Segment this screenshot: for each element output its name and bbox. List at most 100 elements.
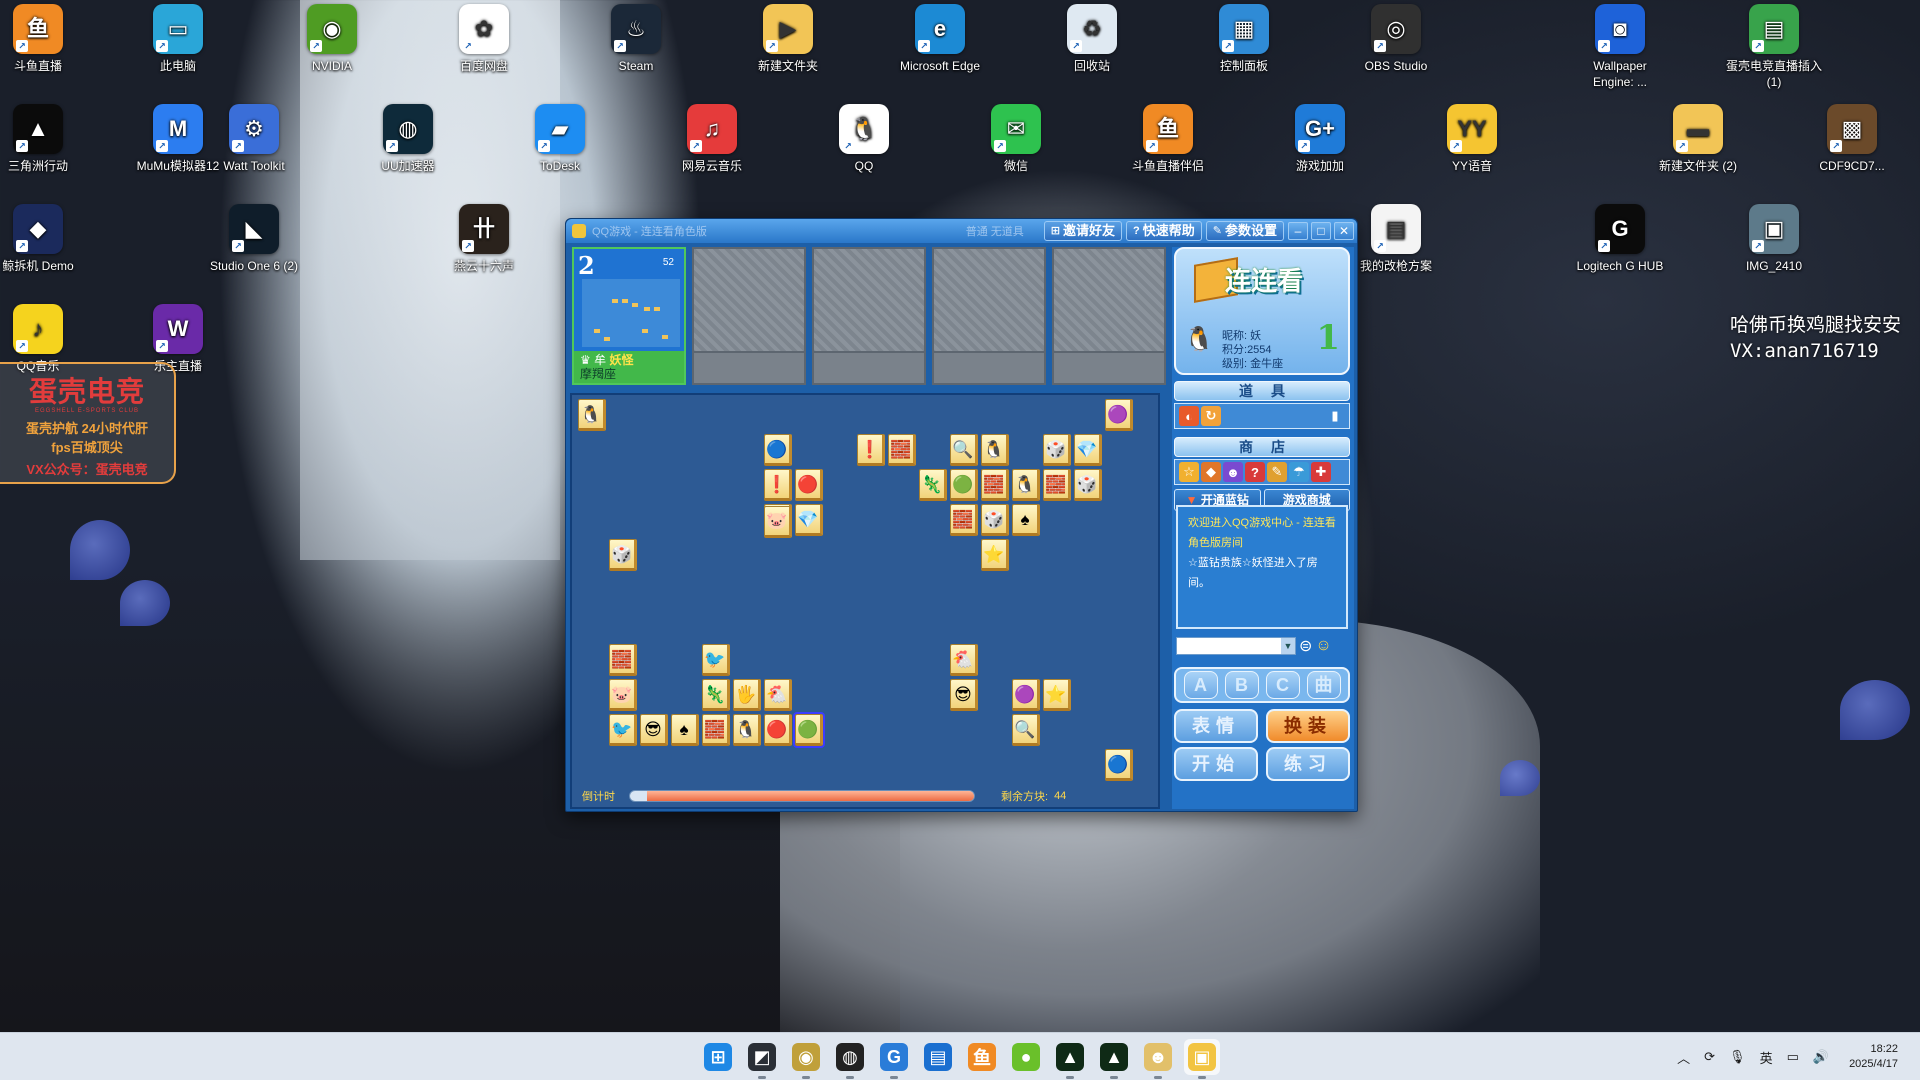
shop-item-1-icon[interactable]: ☆ [1179,462,1199,482]
seat-empty[interactable] [812,247,926,385]
board-tile[interactable]: 🧱 [702,714,730,746]
dress-up-button[interactable]: 换装 [1266,709,1350,743]
board-tile[interactable]: 🦎 [919,469,947,501]
board-tile[interactable]: ❗ [764,469,792,501]
shop-item-3-icon[interactable]: ☻ [1223,462,1243,482]
start-button[interactable]: 开始 [1174,747,1258,781]
quick-help-button[interactable]: ? 快速帮助 [1126,221,1202,241]
board-tile[interactable]: 🐧 [1012,469,1040,501]
desktop-icon[interactable]: ▭ ↗ 此电脑 [130,4,226,74]
desktop-icon[interactable]: ▲ ↗ 三角洲行动 [0,104,86,174]
desktop-icon[interactable]: ◍ ↗ UU加速器 [360,104,456,174]
clock[interactable]: 18:22 2025/4/17 [1849,1042,1898,1072]
phrase-b-button[interactable]: B [1224,671,1259,699]
seat-player-2[interactable]: 2 52 ♛ 牟 妖怪 摩羯座 [572,247,686,385]
board-tile[interactable]: ❗ [857,434,885,466]
taskbar-app-button[interactable]: ◩ [744,1039,780,1079]
desktop-icon[interactable]: 🐧 ↗ QQ [816,104,912,174]
chat-log[interactable]: 欢迎进入QQ游戏中心 - 连连看角色版房间 ☆蓝钻贵族☆妖怪进入了房间。 [1176,505,1348,629]
emote-button[interactable]: 表情 [1174,709,1258,743]
eggshell-ad-widget[interactable]: 蛋壳电竞 EGGSHELL E-SPORTS CLUB 蛋壳护航 24小时代肝 … [0,362,176,484]
board-tile[interactable]: 🔵 [1105,749,1133,781]
desktop-icon[interactable]: G+ ↗ 游戏加加 [1272,104,1368,174]
board-tile[interactable]: 🧱 [950,504,978,536]
microphone-icon[interactable]: 🎙 [1729,1049,1746,1065]
desktop-icon[interactable]: ▰ ↗ ToDesk [512,104,608,174]
desktop-icon[interactable]: YY ↗ YY语音 [1424,104,1520,174]
close-icon[interactable]: ✕ [1334,222,1354,240]
board-tile[interactable]: 🐧 [981,434,1009,466]
volume-icon[interactable]: 🔊 [1813,1049,1829,1065]
sync-icon[interactable]: ⟳ [1704,1049,1715,1065]
board-tile[interactable]: 🐦 [702,644,730,676]
invite-friends-button[interactable]: ⊞ 邀请好友 [1043,221,1123,241]
taskbar-app-button[interactable]: ▤ [920,1039,956,1075]
board-tile[interactable]: ⭐ [981,539,1009,571]
board-tile[interactable]: 🧱 [609,644,637,676]
phrase-d-button[interactable]: 曲 [1306,671,1341,699]
taskbar-app-button[interactable]: ☻ [1140,1039,1176,1079]
board-tile[interactable]: ♠ [1012,504,1040,536]
game-board[interactable]: 🐧🔵❗🔴🐷💎❗🧱🔍🐧🦎🟢🧱🐧🧱🎲💎🎲🧱🎲♠🐷⭐🎲🧱🐦🐷🦎🖐🐔🐦😎♠🧱🐧🔴🟢🐔😎🟣… [570,393,1160,809]
desktop-icon[interactable]: ▤ ↗ 我的改枪方案 [1348,204,1444,274]
maximize-icon[interactable]: □ [1311,222,1331,240]
desktop-icon[interactable]: ⚙ ↗ Watt Toolkit [206,104,302,174]
window-titlebar[interactable]: QQ游戏 - 连连看角色版 普通 无道具 ⊞ 邀请好友 ? 快速帮助 ✎ 参数设置 –… [566,219,1357,243]
board-tile[interactable]: 🔴 [764,714,792,746]
phrase-a-button[interactable]: A [1183,671,1218,699]
desktop-icon[interactable]: G ↗ Logitech G HUB [1572,204,1668,274]
taskbar-app-button[interactable]: ▲ [1096,1039,1132,1079]
settings-button[interactable]: ✎ 参数设置 [1205,221,1284,241]
minimize-icon[interactable]: – [1288,222,1308,240]
board-tile[interactable]: 🐔 [764,679,792,711]
board-tile[interactable]: 🐦 [609,714,637,746]
board-tile[interactable]: 🎲 [1074,469,1102,501]
taskbar-app-button[interactable]: ● [1008,1039,1044,1075]
shop-item-5-icon[interactable]: ✎ [1267,462,1287,482]
network-icon[interactable]: ▭ [1787,1049,1799,1065]
taskbar-app-button[interactable]: ▣ [1184,1039,1220,1079]
desktop-icon[interactable]: ▶ ↗ 新建文件夹 [740,4,836,74]
desktop-icon[interactable]: ◎ ↗ OBS Studio [1348,4,1444,74]
board-tile[interactable]: 🟢 [950,469,978,501]
board-tile[interactable]: 🧱 [1043,469,1071,501]
emoji-icon[interactable]: ☺ [1315,637,1331,655]
desktop-icon[interactable]: ▤ ↗ 蛋壳电竞直播插入(1) [1726,4,1822,90]
board-tile[interactable]: 🦎 [702,679,730,711]
desktop-icon[interactable]: 卄 ↗ 燕云十六声 [436,204,532,274]
board-tile[interactable]: 🧱 [981,469,1009,501]
desktop-icon[interactable]: ♨ ↗ Steam [588,4,684,74]
desktop-icon[interactable]: ◙ ↗ Wallpaper Engine: ... [1572,4,1668,90]
desktop-icon[interactable]: ▦ ↗ 控制面板 [1196,4,1292,74]
qq-game-window[interactable]: QQ游戏 - 连连看角色版 普通 无道具 ⊞ 邀请好友 ? 快速帮助 ✎ 参数设置 –… [565,218,1358,812]
taskbar-app-button[interactable]: G [876,1039,912,1079]
board-tile[interactable]: 🎲 [1043,434,1071,466]
desktop-icon[interactable]: e ↗ Microsoft Edge [892,4,988,74]
taskbar-app-button[interactable]: 鱼 [964,1039,1000,1075]
desktop-icon[interactable]: ◆ ↗ 鲸拆机 Demo [0,204,86,274]
desktop-icon[interactable]: ♫ ↗ 网易云音乐 [664,104,760,174]
props-row[interactable]: ◐ ↻ ▮ [1174,403,1350,429]
board-tile[interactable]: 🔍 [950,434,978,466]
taskbar-app-button[interactable]: ▲ [1052,1039,1088,1079]
board-tile[interactable]: 🔴 [795,469,823,501]
board-tile[interactable]: 🧱 [888,434,916,466]
prop-refresh-icon[interactable]: ↻ [1201,406,1221,426]
desktop-icon[interactable]: ▩ ↗ CDF9CD7... [1804,104,1900,174]
desktop-icon[interactable]: ◣ ↗ Studio One 6 (2) [206,204,302,274]
shop-items-row[interactable]: ☆ ◆ ☻ ? ✎ ☂ ✚ [1174,459,1350,485]
board-tile[interactable]: 🟣 [1012,679,1040,711]
desktop-icon[interactable]: ▣ ↗ IMG_2410 [1726,204,1822,274]
prop-compass-icon[interactable]: ◐ [1179,406,1199,426]
board-tile[interactable]: 💎 [1074,434,1102,466]
desktop-icon[interactable]: ▬ ↗ 新建文件夹 (2) [1650,104,1746,174]
desktop-icon[interactable]: ◉ ↗ NVIDIA [284,4,380,74]
board-tile[interactable]: 🟣 [1105,399,1133,431]
board-tile[interactable]: 😎 [640,714,668,746]
board-tile[interactable]: 🟢 [793,712,825,748]
seat-empty[interactable] [1052,247,1166,385]
shop-item-6-icon[interactable]: ☂ [1289,462,1309,482]
board-tile[interactable]: 🎲 [981,504,1009,536]
seat-empty[interactable] [932,247,1046,385]
seat-empty[interactable] [692,247,806,385]
